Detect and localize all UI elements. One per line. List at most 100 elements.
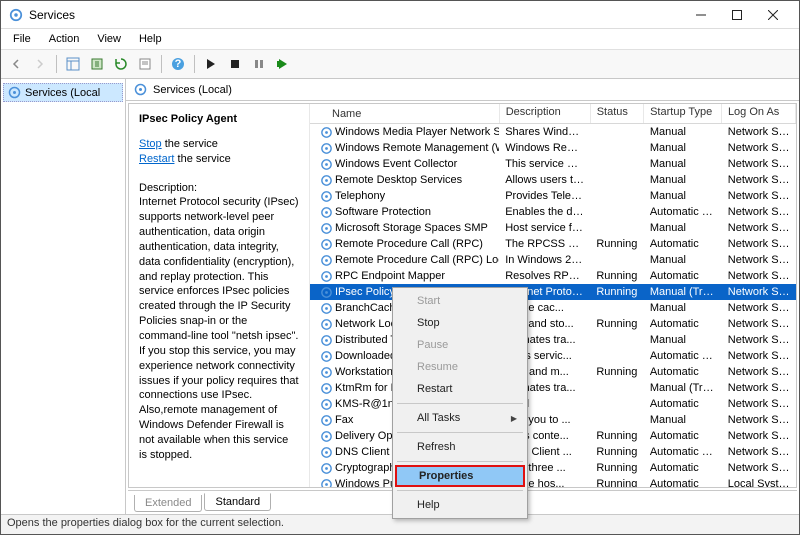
- service-row[interactable]: Microsoft Storage Spaces SMPHost service…: [310, 220, 796, 236]
- service-row[interactable]: Cryptographic Service ides three ...Runn…: [310, 460, 796, 476]
- ctx-pause[interactable]: Pause: [395, 334, 525, 356]
- close-button[interactable]: [755, 3, 791, 27]
- service-logon: Local System: [722, 478, 796, 487]
- service-startup: Manual (Trigg...: [644, 286, 722, 298]
- start-service-button[interactable]: [200, 53, 222, 75]
- description-label: Description:: [139, 181, 299, 196]
- forward-button[interactable]: [29, 53, 51, 75]
- service-row[interactable]: Windows Push Notific ervice hos...Runnin…: [310, 476, 796, 487]
- list-rows: Windows Media Player Network Sharing S..…: [310, 124, 796, 487]
- service-row[interactable]: Distributed Transaction ordinates tra...…: [310, 332, 796, 348]
- service-row[interactable]: Windows Remote Management (WS-Mana...Win…: [310, 140, 796, 156]
- service-logon: Network Se...: [722, 222, 796, 234]
- service-startup: Automatic: [644, 238, 722, 250]
- tab-standard[interactable]: Standard: [204, 493, 271, 511]
- gear-icon: [320, 238, 333, 251]
- service-logon: Network Se...: [722, 334, 796, 346]
- menu-help[interactable]: Help: [131, 31, 170, 47]
- service-row[interactable]: Downloaded Maps Ma dows servic...Automat…: [310, 348, 796, 364]
- service-description: Shares Window...: [499, 126, 590, 138]
- service-name: Remote Procedure Call (RPC) Locator: [335, 254, 499, 266]
- service-description: Allows users to ...: [499, 174, 590, 186]
- pause-service-button[interactable]: [248, 53, 270, 75]
- service-row[interactable]: Windows Media Player Network Sharing S..…: [310, 124, 796, 140]
- help-button[interactable]: ?: [167, 53, 189, 75]
- service-row[interactable]: KtmRm for Distributed ordinates tra...Ma…: [310, 380, 796, 396]
- col-startup-type[interactable]: Startup Type: [644, 104, 722, 123]
- tree-node-services-local[interactable]: Services (Local: [3, 83, 123, 102]
- gear-icon: [320, 446, 333, 459]
- services-icon: [9, 8, 23, 22]
- menu-action[interactable]: Action: [41, 31, 88, 47]
- service-logon: Network Se...: [722, 158, 796, 170]
- service-logon: Network Se...: [722, 174, 796, 186]
- service-logon: Network Se...: [722, 286, 796, 298]
- service-row[interactable]: Remote Procedure Call (RPC)The RPCSS ser…: [310, 236, 796, 252]
- service-row[interactable]: Delivery Optimization orms conte...Runni…: [310, 428, 796, 444]
- tree-node-label: Services (Local: [25, 87, 100, 99]
- maximize-button[interactable]: [719, 3, 755, 27]
- service-status: Running: [590, 286, 643, 298]
- service-description: In Windows 200...: [499, 254, 590, 266]
- col-status[interactable]: Status: [591, 104, 644, 123]
- minimize-button[interactable]: [683, 3, 719, 27]
- col-description[interactable]: Description: [500, 104, 591, 123]
- service-description: This service ma...: [499, 158, 590, 170]
- restart-link[interactable]: Restart: [139, 153, 174, 165]
- service-logon: Network Se...: [722, 270, 796, 282]
- service-row[interactable]: Remote Procedure Call (RPC) LocatorIn Wi…: [310, 252, 796, 268]
- service-startup: Manual: [644, 414, 722, 426]
- service-row[interactable]: Workstation ates and m...RunningAutomati…: [310, 364, 796, 380]
- service-name: KMS-R@1n: [335, 398, 394, 410]
- service-startup: Manual: [644, 254, 722, 266]
- gear-icon: [320, 334, 333, 347]
- detail-restart-line: Restart the service: [139, 152, 299, 167]
- gear-icon: [320, 398, 333, 411]
- service-row[interactable]: TelephonyProvides Teleph...ManualNetwork…: [310, 188, 796, 204]
- service-startup: Manual: [644, 302, 722, 314]
- ctx-properties[interactable]: Properties: [395, 465, 525, 487]
- service-logon: Network Se...: [722, 366, 796, 378]
- restart-service-button[interactable]: [272, 53, 294, 75]
- service-row[interactable]: Windows Event CollectorThis service ma..…: [310, 156, 796, 172]
- svg-text:?: ?: [175, 58, 182, 70]
- col-logon-as[interactable]: Log On As: [722, 104, 796, 123]
- service-row[interactable]: Fax ples you to ...ManualNetwork Se...: [310, 412, 796, 428]
- col-name[interactable]: Name: [310, 104, 500, 123]
- stop-link[interactable]: Stop: [139, 138, 162, 150]
- service-startup: Manual: [644, 222, 722, 234]
- ctx-restart[interactable]: Restart: [395, 378, 525, 400]
- properties-button[interactable]: [134, 53, 156, 75]
- ctx-all-tasks[interactable]: All Tasks: [395, 407, 525, 429]
- menu-file[interactable]: File: [5, 31, 39, 47]
- detail-column: IPsec Policy Agent Stop the service Rest…: [129, 104, 309, 487]
- ctx-refresh[interactable]: Refresh: [395, 436, 525, 458]
- stop-service-button[interactable]: [224, 53, 246, 75]
- service-row[interactable]: Software ProtectionEnables the do...Auto…: [310, 204, 796, 220]
- service-row[interactable]: DNS Client DNS Client ...RunningAutomati…: [310, 444, 796, 460]
- gear-icon: [320, 270, 333, 283]
- service-startup: Automatic (De...: [644, 206, 722, 218]
- tab-extended[interactable]: Extended: [134, 495, 202, 512]
- service-row[interactable]: BranchCache ervice cac...ManualNetwork S…: [310, 300, 796, 316]
- window-title: Services: [29, 8, 683, 22]
- ctx-help[interactable]: Help: [395, 494, 525, 516]
- gear-icon: [320, 222, 333, 235]
- back-button[interactable]: [5, 53, 27, 75]
- service-row[interactable]: KMS-R@1n FinalAutomaticNetwork Se...: [310, 396, 796, 412]
- refresh-button[interactable]: [110, 53, 132, 75]
- ctx-start[interactable]: Start: [395, 290, 525, 312]
- service-row[interactable]: RPC Endpoint MapperResolves RPC in...Run…: [310, 268, 796, 284]
- export-list-button[interactable]: [86, 53, 108, 75]
- service-startup: Manual: [644, 174, 722, 186]
- ctx-stop[interactable]: Stop: [395, 312, 525, 334]
- service-status: Running: [590, 478, 643, 487]
- service-row[interactable]: IPsec Policy AgentInternet Protoc...Runn…: [310, 284, 796, 300]
- service-row[interactable]: Remote Desktop ServicesAllows users to .…: [310, 172, 796, 188]
- show-hide-tree-button[interactable]: [62, 53, 84, 75]
- gear-icon: [320, 302, 333, 315]
- service-description: Host service for...: [499, 222, 590, 234]
- menu-view[interactable]: View: [89, 31, 129, 47]
- service-row[interactable]: Network Location Awa ects and sto...Runn…: [310, 316, 796, 332]
- ctx-resume[interactable]: Resume: [395, 356, 525, 378]
